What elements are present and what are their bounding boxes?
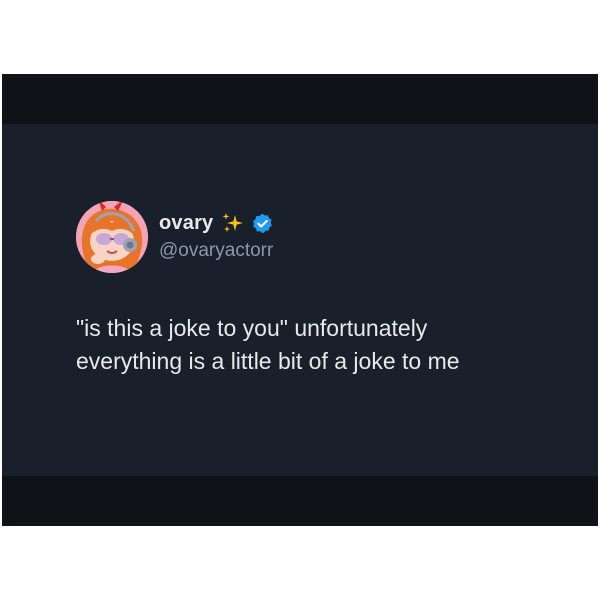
author-name-row: ovary [159, 210, 273, 236]
tweet-text-line: "is this a joke to you" unfortunately [76, 315, 428, 341]
sparkles-icon [221, 212, 245, 234]
tweet-text-line: everything is a little bit of a joke to … [76, 348, 460, 374]
avatar-image [76, 201, 148, 273]
tweet-screenshot-frame: ovary @ovaryactorr "is this a joke to yo… [2, 74, 598, 526]
tweet-card: ovary @ovaryactorr "is this a joke to yo… [2, 124, 598, 476]
avatar[interactable] [76, 201, 148, 273]
tweet-author: ovary @ovaryactorr [159, 210, 273, 262]
tweet-text: "is this a joke to you" unfortunately ev… [76, 312, 576, 378]
verified-badge-icon [252, 213, 273, 234]
bottom-letterbox-bar [2, 476, 598, 526]
author-handle[interactable]: @ovaryactorr [159, 240, 273, 262]
author-display-name[interactable]: ovary [159, 212, 213, 235]
top-letterbox-bar [2, 74, 598, 124]
